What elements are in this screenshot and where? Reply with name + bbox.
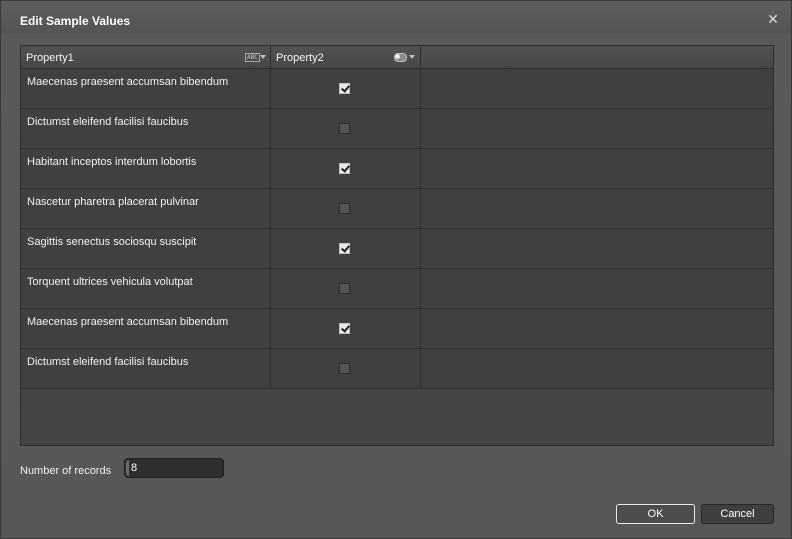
ok-button[interactable]: OK: [616, 504, 695, 524]
chevron-down-icon[interactable]: [409, 55, 415, 59]
records-count-input[interactable]: 8: [124, 458, 224, 478]
property2-cell: [271, 109, 421, 148]
table-row: Torquent ultrices vehicula volutpat: [21, 269, 773, 309]
property1-value: Nascetur pharetra placerat pulvinar: [27, 196, 199, 208]
sample-values-grid: Property1 ABC Property2 Maecenas praesen…: [20, 45, 774, 446]
property1-value: Habitant inceptos interdum lobortis: [27, 156, 197, 168]
property2-checkbox[interactable]: [339, 163, 350, 174]
property2-checkbox[interactable]: [339, 83, 350, 94]
table-row: Dictumst eleifend facilisi faucibus: [21, 349, 773, 389]
property2-cell: [271, 269, 421, 308]
column-header-label: Property1: [26, 52, 74, 64]
table-row: Habitant inceptos interdum lobortis: [21, 149, 773, 189]
title-bar: Edit Sample Values ✕: [1, 1, 791, 34]
property2-checkbox[interactable]: [339, 203, 350, 214]
records-label: Number of records: [20, 465, 112, 477]
property1-cell[interactable]: Maecenas praesent accumsan bibendum: [21, 69, 271, 108]
table-row: Dictumst eleifend facilisi faucibus: [21, 109, 773, 149]
dialog-title: Edit Sample Values: [20, 14, 131, 28]
text-type-icon[interactable]: ABC: [245, 53, 260, 62]
edit-sample-values-dialog: Edit Sample Values ✕ Property1 ABC Prope…: [0, 0, 792, 539]
property1-cell[interactable]: Maecenas praesent accumsan bibendum: [21, 309, 271, 348]
property2-cell: [271, 69, 421, 108]
chevron-down-icon[interactable]: [260, 55, 266, 59]
column-header-label: Property2: [276, 52, 324, 64]
property2-checkbox[interactable]: [339, 363, 350, 374]
property1-cell[interactable]: Habitant inceptos interdum lobortis: [21, 149, 271, 188]
property2-checkbox[interactable]: [339, 243, 350, 254]
property1-value: Sagittis senectus sociosqu suscipit: [27, 236, 197, 248]
property1-value: Torquent ultrices vehicula volutpat: [27, 276, 193, 288]
table-row: Maecenas praesent accumsan bibendum: [21, 69, 773, 109]
table-row: Nascetur pharetra placerat pulvinar: [21, 189, 773, 229]
property2-cell: [271, 149, 421, 188]
property2-checkbox[interactable]: [339, 323, 350, 334]
cancel-button[interactable]: Cancel: [701, 504, 774, 524]
property1-value: Dictumst eleifend facilisi faucibus: [27, 116, 189, 128]
property2-checkbox[interactable]: [339, 123, 350, 134]
property1-cell[interactable]: Dictumst eleifend facilisi faucibus: [21, 109, 271, 148]
grid-header: Property1 ABC Property2: [21, 46, 773, 69]
property1-cell[interactable]: Torquent ultrices vehicula volutpat: [21, 269, 271, 308]
table-row: Maecenas praesent accumsan bibendum: [21, 309, 773, 349]
property1-cell[interactable]: Sagittis senectus sociosqu suscipit: [21, 229, 271, 268]
property2-checkbox[interactable]: [339, 283, 350, 294]
close-icon[interactable]: ✕: [766, 12, 780, 26]
boolean-toggle-icon[interactable]: [394, 53, 407, 62]
property2-cell: [271, 349, 421, 388]
property2-cell: [271, 309, 421, 348]
property1-value: Maecenas praesent accumsan bibendum: [27, 316, 229, 328]
records-count-value: 8: [131, 462, 138, 474]
column-header-property2[interactable]: Property2: [271, 46, 421, 68]
table-row: Sagittis senectus sociosqu suscipit: [21, 229, 773, 269]
property1-cell[interactable]: Nascetur pharetra placerat pulvinar: [21, 189, 271, 228]
property1-value: Maecenas praesent accumsan bibendum: [27, 76, 229, 88]
property2-cell: [271, 189, 421, 228]
property1-value: Dictumst eleifend facilisi faucibus: [27, 356, 189, 368]
column-header-property1[interactable]: Property1 ABC: [21, 46, 271, 68]
property2-cell: [271, 229, 421, 268]
property1-cell[interactable]: Dictumst eleifend facilisi faucibus: [21, 349, 271, 388]
